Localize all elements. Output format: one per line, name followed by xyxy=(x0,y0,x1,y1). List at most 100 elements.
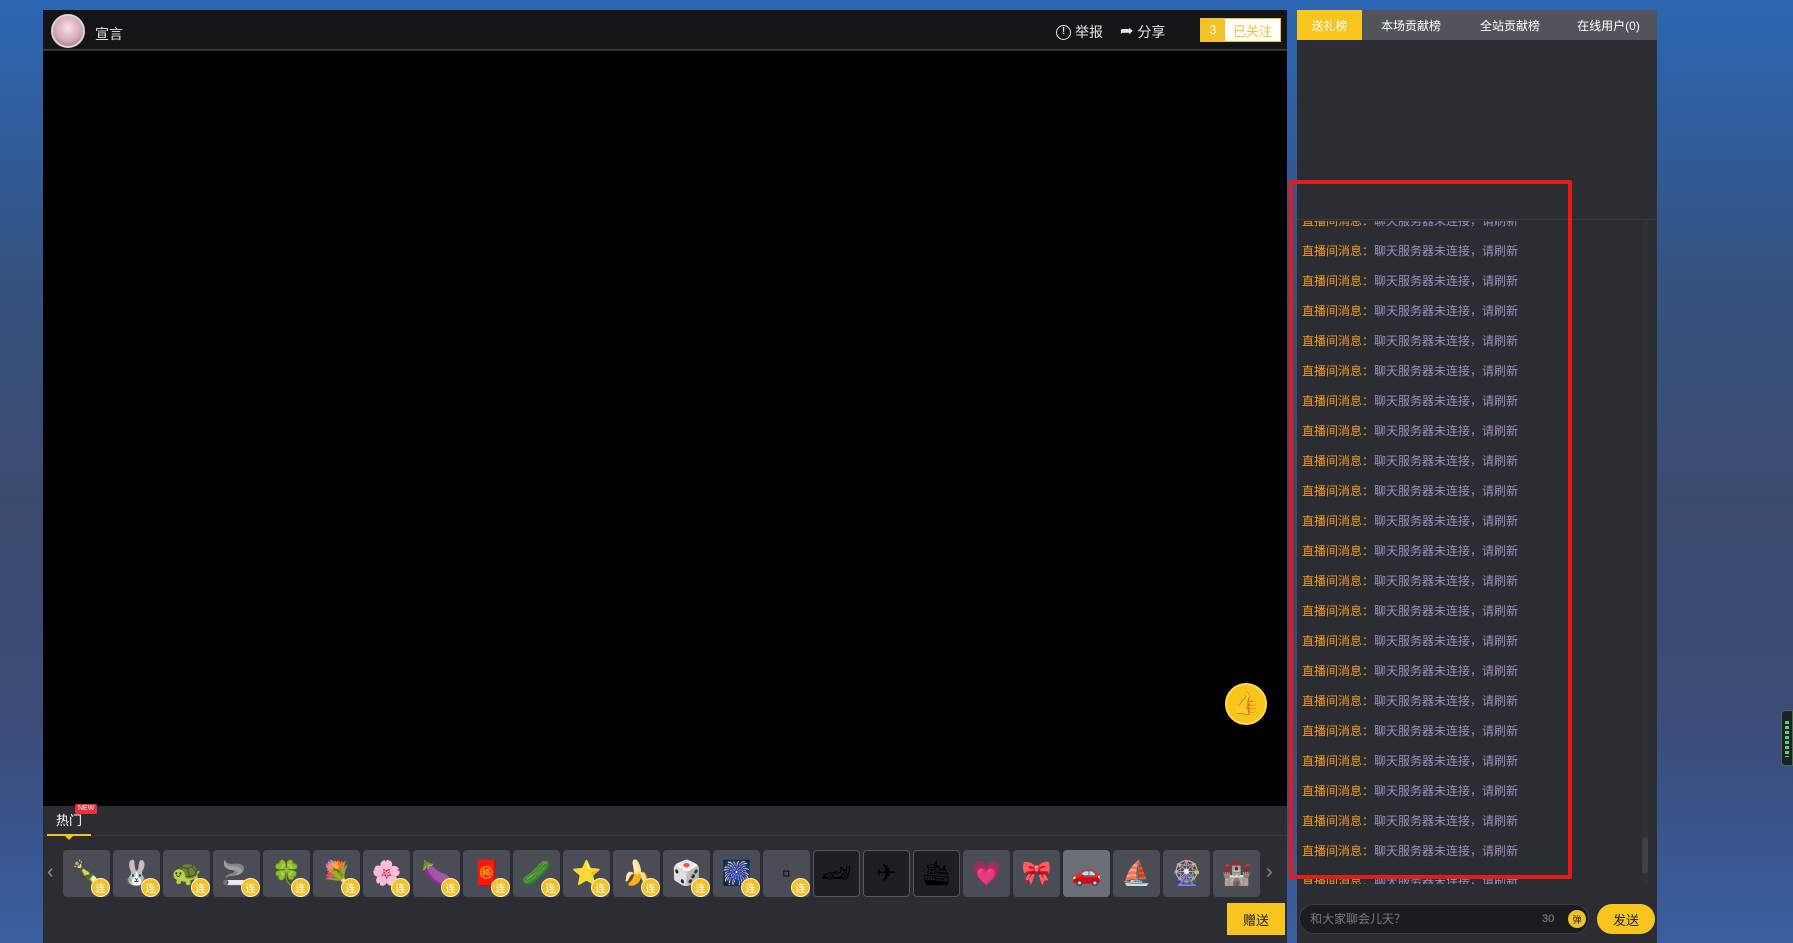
chat-message-text: 聊天服务器未连接，请刷新 xyxy=(1374,394,1519,408)
chat-message-area: 直播间消息：聊天服务器未连接，请刷新 直播间消息：聊天服务器未连接，请刷新 直播间消… xyxy=(1297,221,1657,884)
gift-category-tabs: 热门 NEW xyxy=(43,804,1287,840)
gift-item[interactable]: 🚬 连 xyxy=(213,850,260,897)
gift-item[interactable]: 🏰 xyxy=(1213,850,1260,897)
gift-item[interactable]: ⭐ 连 xyxy=(563,850,610,897)
follow-status-label: 已关注 xyxy=(1232,23,1272,39)
chat-message-text: 聊天服务器未连接，请刷新 xyxy=(1374,844,1519,858)
gift-item[interactable]: 🐢 连 xyxy=(163,850,210,897)
tab-rank-0[interactable]: 送礼榜 xyxy=(1297,10,1362,40)
host-avatar[interactable] xyxy=(51,14,85,48)
room-header: 宣言 ! 举报 ➦ 分享 3 已关注 xyxy=(43,10,1287,50)
chat-message-label: 直播间消息： xyxy=(1302,724,1375,738)
host-name: 宣言 xyxy=(95,26,123,42)
chat-message-text: 聊天服务器未连接，请刷新 xyxy=(1374,724,1519,738)
report-button[interactable]: ! 举报 xyxy=(1056,22,1103,42)
chat-message-text: 聊天服务器未连接，请刷新 xyxy=(1374,221,1519,228)
chat-message: 直播间消息：聊天服务器未连接，请刷新 xyxy=(1302,476,1632,506)
chat-scrollbar-thumb[interactable] xyxy=(1642,837,1648,873)
chat-message-label: 直播间消息： xyxy=(1302,334,1375,348)
gift-item[interactable]: 💐 连 xyxy=(313,850,360,897)
chat-message-text: 聊天服务器未连接，请刷新 xyxy=(1374,364,1519,378)
gift-item[interactable]: 🛳 xyxy=(913,850,960,897)
chat-message-text: 聊天服务器未连接，请刷新 xyxy=(1374,244,1519,258)
gift-item[interactable]: 🐰 连 xyxy=(113,850,160,897)
chat-message-text: 聊天服务器未连接，请刷新 xyxy=(1374,574,1519,588)
pink-ribbon-icon: 🎀 xyxy=(1021,859,1052,887)
chat-message-text: 聊天服务器未连接，请刷新 xyxy=(1374,424,1519,438)
gift-item[interactable]: 🏎 xyxy=(813,850,860,897)
chevron-right-icon[interactable]: › xyxy=(1266,861,1273,884)
chat-message-text: 聊天服务器未连接，请刷新 xyxy=(1374,544,1519,558)
gift-item[interactable]: 🎀 xyxy=(1013,850,1060,897)
chat-input-row: 30 弹 发送 xyxy=(1297,892,1657,943)
chat-message: 直播间消息：聊天服务器未连接，请刷新 xyxy=(1302,776,1632,806)
gift-item[interactable]: 🎡 xyxy=(1163,850,1210,897)
combo-badge: 连 xyxy=(491,878,510,897)
follower-count: 3 xyxy=(1201,19,1225,41)
chat-message-label: 直播间消息： xyxy=(1302,664,1375,678)
combo-badge: 连 xyxy=(591,878,610,897)
side-signal-widget[interactable] xyxy=(1781,710,1793,766)
chat-message-text: 聊天服务器未连接，请刷新 xyxy=(1374,604,1519,618)
gift-item[interactable]: 💗 xyxy=(963,850,1010,897)
chat-message: 直播间消息：聊天服务器未连接，请刷新 xyxy=(1302,596,1632,626)
gift-item[interactable]: 🎆 连 xyxy=(713,850,760,897)
gift-item[interactable]: ▫ 连 xyxy=(763,850,810,897)
gift-item[interactable]: 🍾 连 xyxy=(63,850,110,897)
chat-message-label: 直播间消息： xyxy=(1302,244,1375,258)
gift-item[interactable]: 🧧 连 xyxy=(463,850,510,897)
chat-message-text: 聊天服务器未连接，请刷新 xyxy=(1374,454,1519,468)
chat-scrollbar[interactable] xyxy=(1642,221,1648,884)
tab-rank-2[interactable]: 全站贡献榜 xyxy=(1460,10,1560,40)
chat-message-label: 直播间消息： xyxy=(1302,634,1375,648)
tab-rank-1[interactable]: 本场贡献榜 xyxy=(1362,10,1460,40)
chat-message: 直播间消息：聊天服务器未连接，请刷新 xyxy=(1302,221,1632,236)
chat-message-text: 聊天服务器未连接，请刷新 xyxy=(1374,694,1519,708)
combo-badge: 连 xyxy=(91,878,110,897)
video-player[interactable]: 👍 xyxy=(43,51,1287,806)
tab-hot-label: 热门 xyxy=(55,813,82,828)
carriage-icon: 🎡 xyxy=(1171,859,1202,887)
chat-message-label: 直播间消息： xyxy=(1302,394,1375,408)
chat-message-label: 直播间消息： xyxy=(1302,754,1375,768)
combo-badge: 连 xyxy=(241,878,260,897)
tab-hot[interactable]: 热门 NEW xyxy=(47,804,98,840)
chevron-left-icon[interactable]: ‹ xyxy=(47,861,54,884)
ranking-list xyxy=(1297,40,1657,220)
chat-message-label: 直播间消息： xyxy=(1302,274,1375,288)
gift-item[interactable]: 🚗 xyxy=(1063,850,1110,897)
chat-message: 直播间消息：聊天服务器未连接，请刷新 xyxy=(1302,356,1632,386)
tab-rank-3[interactable]: 在线用户(0) xyxy=(1560,10,1657,40)
danmu-toggle-icon[interactable]: 弹 xyxy=(1568,910,1586,928)
follow-button[interactable]: 3 已关注 xyxy=(1200,18,1281,42)
send-message-button[interactable]: 发送 xyxy=(1597,904,1655,934)
chat-message-text: 聊天服务器未连接，请刷新 xyxy=(1374,484,1519,498)
combo-badge: 连 xyxy=(441,878,460,897)
chat-message: 直播间消息：聊天服务器未连接，请刷新 xyxy=(1302,806,1632,836)
gift-item[interactable]: 🍌 连 xyxy=(613,850,660,897)
combo-badge: 连 xyxy=(691,878,710,897)
cruise-ship-icon: 🛳 xyxy=(921,859,952,887)
combo-badge: 连 xyxy=(291,878,310,897)
side-panel: 送礼榜 本场贡献榜 全站贡献榜 在线用户(0) 直播间消息：聊天服务器未连接，请刷新直… xyxy=(1297,10,1657,943)
broken-image-icon: ▫ xyxy=(782,859,791,887)
warning-icon: ! xyxy=(1056,24,1071,40)
thumbs-up-icon[interactable]: 👍 xyxy=(1225,683,1267,725)
gift-item[interactable]: 🌸 连 xyxy=(363,850,410,897)
chat-message-text: 聊天服务器未连接，请刷新 xyxy=(1374,304,1519,318)
heart-outline-icon: 💗 xyxy=(971,859,1002,887)
chat-message: 直播间消息：聊天服务器未连接，请刷新 xyxy=(1302,446,1632,476)
gift-item[interactable]: 🎲 连 xyxy=(663,850,710,897)
gift-item[interactable]: ⛵ xyxy=(1113,850,1160,897)
send-gift-button[interactable]: 赠送 xyxy=(1227,903,1285,935)
chat-message: 直播间消息：聊天服务器未连接，请刷新 xyxy=(1302,416,1632,446)
chat-message-label: 直播间消息： xyxy=(1302,814,1375,828)
chat-message-text: 聊天服务器未连接，请刷新 xyxy=(1374,514,1519,528)
share-button[interactable]: ➦ 分享 xyxy=(1120,22,1165,42)
combo-badge: 连 xyxy=(541,878,560,897)
gift-item[interactable]: 🍀 连 xyxy=(263,850,310,897)
gift-item[interactable]: ✈ xyxy=(863,850,910,897)
gift-item[interactable]: 🍆 连 xyxy=(413,850,460,897)
gift-item[interactable]: 🥒 连 xyxy=(513,850,560,897)
chat-message: 直播间消息：聊天服务器未连接，请刷新 xyxy=(1302,266,1632,296)
